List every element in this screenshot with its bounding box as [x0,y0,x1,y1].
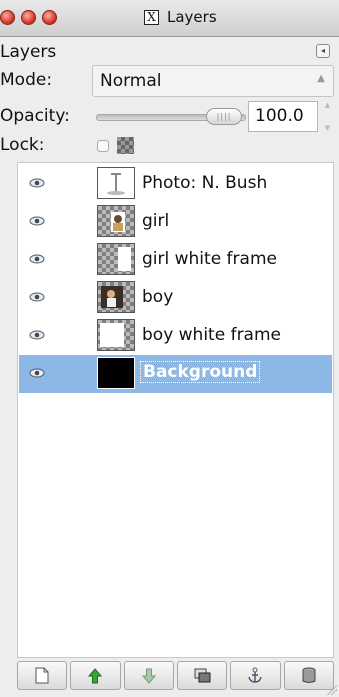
window-title: Layers [167,8,217,26]
layer-name[interactable]: girl [142,211,169,231]
layer-name[interactable]: Background [140,361,261,383]
layers-toolbar [17,661,334,691]
layer-name[interactable]: girl white frame [142,249,277,269]
new-layer-icon [35,667,49,684]
mode-row: Mode: [0,70,52,90]
anchor-layer-button[interactable] [230,661,281,690]
boy-photo-icon [101,286,123,308]
panel-menu-icon[interactable]: ◂ [316,44,330,58]
spin-up-icon[interactable]: ▲ [325,101,330,109]
duplicate-layer-icon [194,668,211,683]
layer-name[interactable]: boy white frame [142,325,281,345]
select-arrows-icon: ▲ [317,73,325,84]
white-frame-icon [100,323,124,347]
eye-icon[interactable] [29,292,45,302]
window-titlebar: X Layers [0,0,339,37]
window-controls [0,10,57,25]
lower-layer-button[interactable] [123,661,174,690]
frame-thumbnail [97,319,135,351]
photo-thumbnail [97,281,135,313]
minimize-window-button[interactable] [21,10,36,25]
mode-value: Normal [100,71,162,91]
layer-row-selected[interactable]: Background [19,355,332,393]
layer-row[interactable]: girl [19,203,332,241]
layer-row[interactable]: Photo: N. Bush [19,165,332,203]
mode-label: Mode: [0,70,53,90]
frame-thumbnail [97,243,135,275]
lock-pixels-checkbox[interactable] [97,140,109,152]
spin-down-icon[interactable]: ▼ [325,124,330,132]
eye-icon[interactable] [29,216,45,226]
opacity-row: Opacity: [0,106,70,126]
lock-alpha-icon[interactable] [117,137,134,154]
background-thumbnail [97,357,135,389]
opacity-spinner[interactable]: ▲ ▼ [321,101,334,132]
opacity-input[interactable]: 100.0 [248,101,318,132]
raise-layer-button[interactable] [70,661,121,690]
raise-layer-icon [88,667,103,683]
panel-tab-label: Layers [0,42,57,62]
text-layer-icon [101,170,131,196]
new-layer-button[interactable] [17,661,68,690]
panel-tab-row: Layers [0,42,56,62]
eye-icon[interactable] [29,330,45,340]
layer-row[interactable]: boy white frame [19,317,332,355]
zoom-window-button[interactable] [42,10,57,25]
girl-photo-icon [111,212,125,232]
trash-icon [302,667,316,683]
layer-row[interactable]: boy [19,279,332,317]
lock-row: Lock: [0,135,45,155]
opacity-slider-thumb[interactable]: |||| [206,108,242,125]
x11-icon: X [144,9,159,25]
layer-name[interactable]: Photo: N. Bush [142,173,267,193]
mode-select[interactable]: Normal ▲ [92,65,334,97]
eye-icon[interactable] [29,178,45,188]
close-window-button[interactable] [0,10,15,25]
window-title-area: X Layers [144,8,217,26]
layers-list[interactable]: Photo: N. Bush girl girl white frame boy… [17,162,334,658]
anchor-layer-icon [248,667,263,683]
layer-name[interactable]: boy [142,287,173,307]
text-layer-thumbnail [97,167,135,199]
white-frame-icon [118,247,131,271]
photo-thumbnail [97,205,135,237]
lock-label: Lock: [0,135,45,155]
duplicate-layer-button[interactable] [176,661,228,690]
layer-row[interactable]: girl white frame [19,241,332,279]
lower-layer-icon [141,668,156,684]
eye-icon[interactable] [29,254,45,264]
opacity-label: Opacity: [0,106,70,126]
resize-grip[interactable] [327,685,337,695]
eye-icon[interactable] [29,368,45,378]
